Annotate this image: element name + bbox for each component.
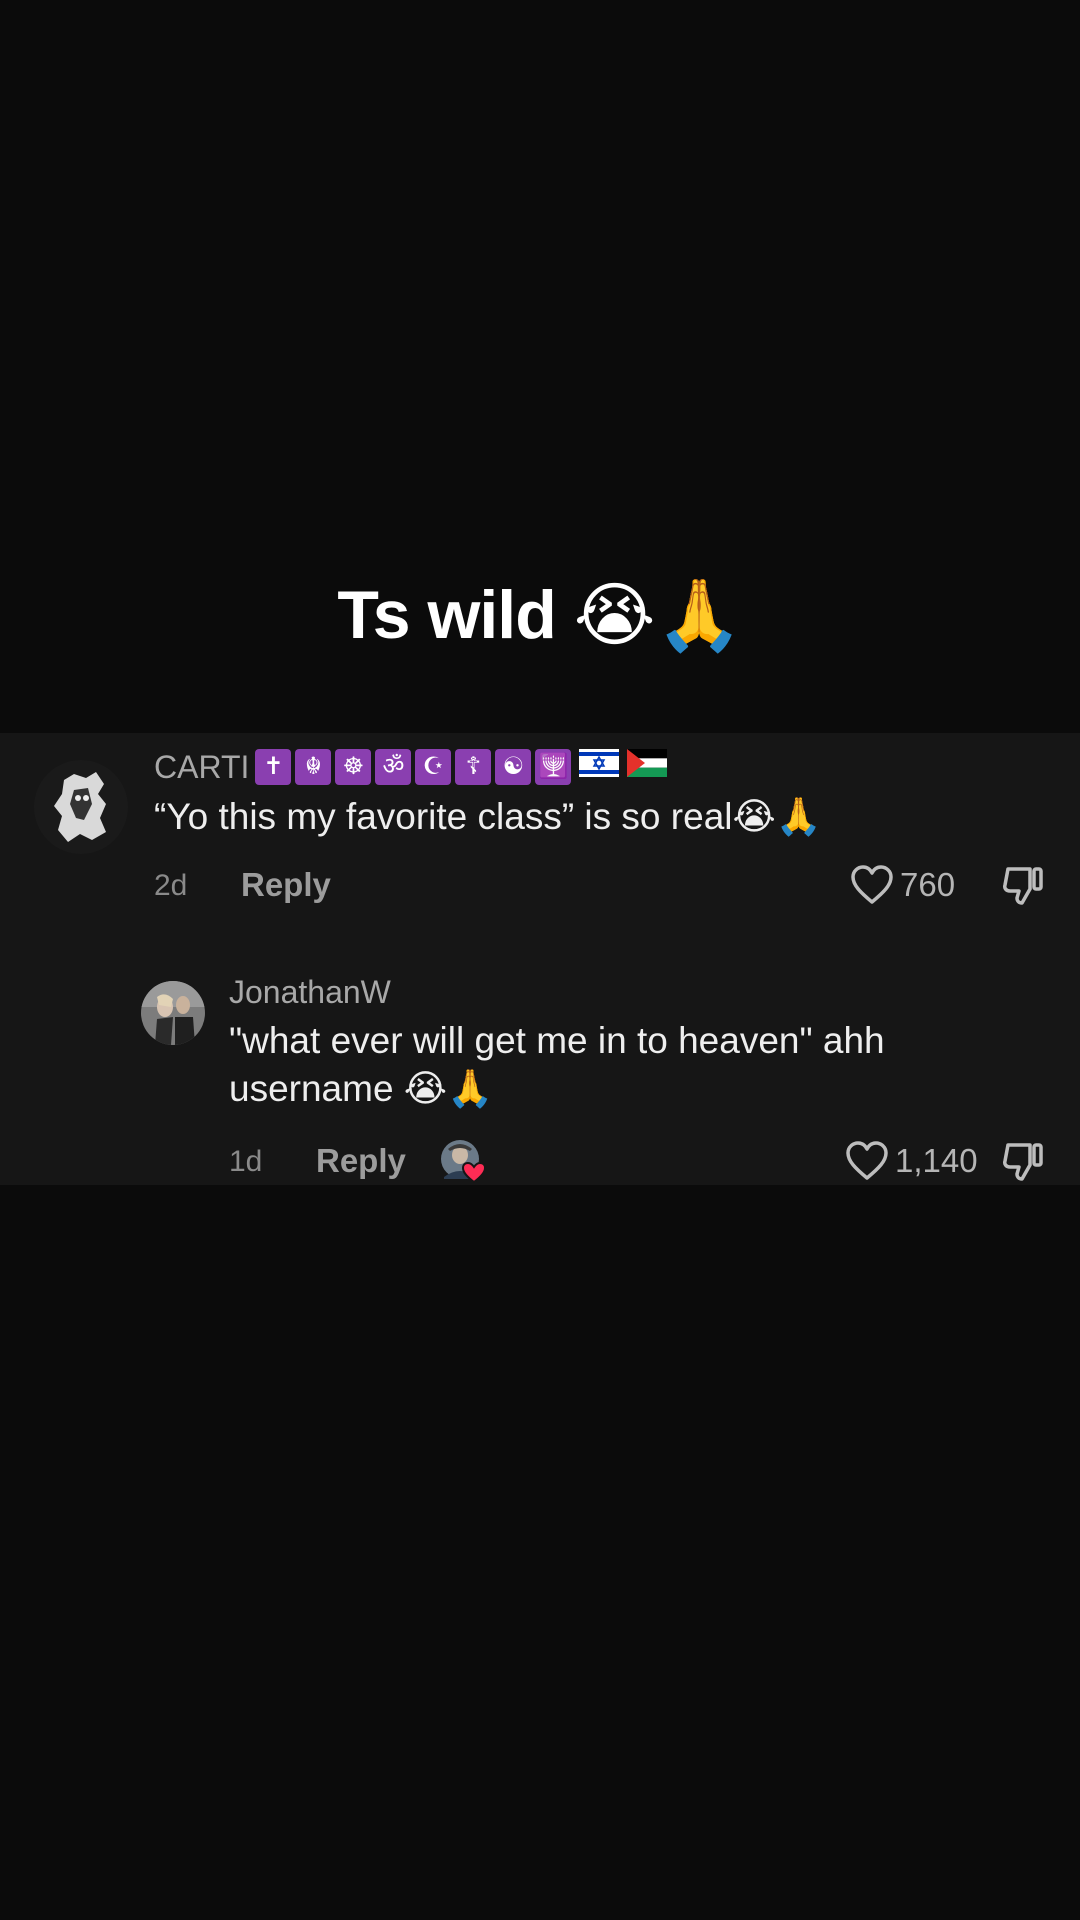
comment-username[interactable]: CARTI ✝ ☬ ☸ ॐ ☪ ☦ ☯ 🕎 [154,747,668,787]
like-count: 760 [900,866,956,903]
reply-button[interactable]: Reply [316,1142,406,1180]
avatar[interactable] [141,981,205,1045]
khanda-symbol: ☬ [295,749,332,785]
orthodox-cross-symbol: ☦ [455,749,492,785]
star-crescent-symbol: ☪ [415,749,452,785]
menorah-symbol: 🕎 [535,749,572,785]
like-count: 1,140 [895,1142,978,1179]
comment-text: “Yo this my favorite class” is so real😭🙏 [154,796,822,837]
dislike-icon[interactable] [1000,863,1046,909]
israel-flag-icon [579,749,620,777]
reply-button[interactable]: Reply [241,866,331,904]
username-symbols: ✝ ☬ ☸ ॐ ☪ ☦ ☯ 🕎 [255,749,668,785]
om-symbol: ॐ [375,749,412,785]
comment-text-line: "what ever will get me in to heaven" ahh [229,1020,885,1061]
comment-time: 2d [154,869,188,902]
liked-by-creator-icon [441,1140,486,1184]
heart-icon [846,1141,888,1180]
heart-icon [851,865,893,904]
caption-text: Ts wild [337,577,556,653]
comment-time: 1d [229,1145,263,1178]
comment-text-line: username 😭🙏 [229,1068,494,1109]
like-button[interactable]: 760 [850,864,955,906]
video-caption: Ts wild 😭🙏 [0,570,1080,660]
caption-emojis: 😭🙏 [573,576,743,654]
dislike-icon[interactable] [1000,1139,1046,1185]
like-button[interactable]: 1,140 [845,1140,978,1182]
cross-symbol: ✝ [255,749,292,785]
comment-text: "what ever will get me in to heaven" ahh… [229,1017,1049,1113]
comment-username[interactable]: JonathanW [229,972,391,1012]
comments-panel: CARTI ✝ ☬ ☸ ॐ ☪ ☦ ☯ 🕎 “Yo this my favori… [0,733,1080,1185]
avatar[interactable] [34,760,128,854]
palestine-flag-icon [627,749,668,777]
yin-yang-symbol: ☯ [495,749,532,785]
dharma-wheel-symbol: ☸ [335,749,372,785]
